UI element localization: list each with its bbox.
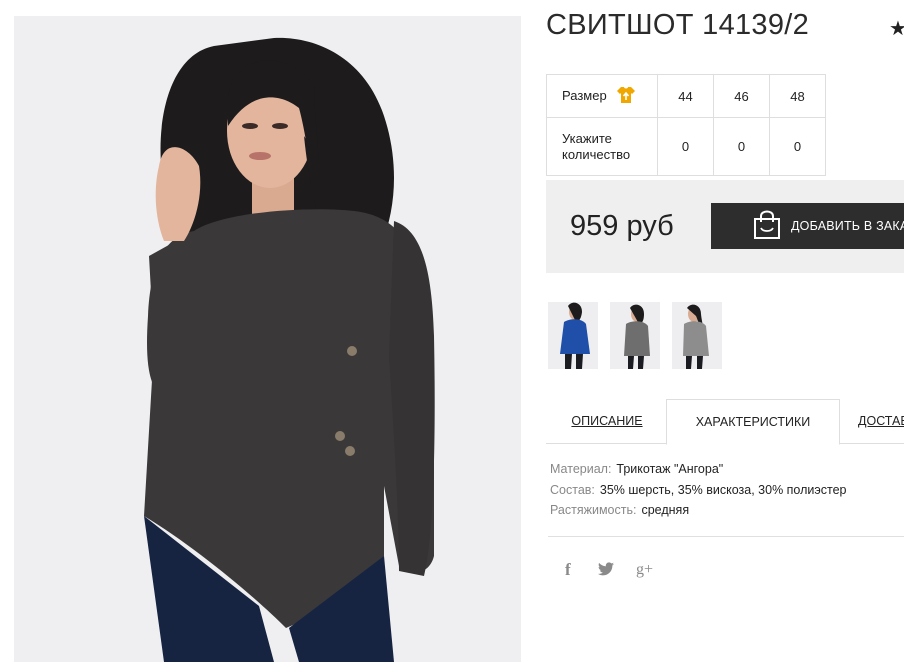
add-to-cart-label: ДОБАВИТЬ В ЗАКАЗ bbox=[791, 219, 904, 233]
size-table: Размер 44 46 48 Укажите количество 0 0 0 bbox=[546, 74, 826, 176]
spec-value: Трикотаж "Ангора" bbox=[616, 462, 724, 476]
add-to-cart-button[interactable]: ДОБАВИТЬ В ЗАКАЗ bbox=[711, 203, 904, 249]
spec-key: Материал: bbox=[550, 462, 612, 476]
size-44: 44 bbox=[657, 74, 714, 118]
quantity-input-46[interactable]: 0 bbox=[713, 117, 770, 176]
tab-description[interactable]: ОПИСАНИЕ bbox=[548, 399, 666, 443]
quantity-input-48[interactable]: 0 bbox=[769, 117, 826, 176]
spec-row-stretch: Растяжимость: средняя bbox=[550, 503, 689, 517]
product-price: 959 руб bbox=[570, 210, 674, 242]
size-48: 48 bbox=[769, 74, 826, 118]
tab-characteristics[interactable]: ХАРАКТЕРИСТИКИ bbox=[666, 399, 840, 445]
divider bbox=[548, 536, 904, 537]
spec-row-composition: Состав: 35% шерсть, 35% вискоза, 30% поли… bbox=[550, 483, 847, 497]
tab-characteristics-label: ХАРАКТЕРИСТИКИ bbox=[695, 415, 811, 429]
twitter-icon[interactable] bbox=[598, 562, 614, 580]
googleplus-icon[interactable]: g+ bbox=[636, 562, 653, 578]
spec-key: Состав: bbox=[550, 483, 595, 497]
tab-description-label: ОПИСАНИЕ bbox=[571, 414, 643, 428]
tab-delivery[interactable]: ДОСТАВКА bbox=[858, 399, 904, 443]
quantity-input-44[interactable]: 0 bbox=[657, 117, 714, 176]
product-main-image[interactable] bbox=[14, 16, 521, 662]
quantity-label: Укажите количество bbox=[546, 117, 658, 176]
price-panel: 959 руб ДОБАВИТЬ В ЗАКАЗ bbox=[546, 180, 904, 273]
spec-key: Растяжимость: bbox=[550, 503, 637, 517]
spec-value: средняя bbox=[641, 503, 690, 517]
favorite-star-icon[interactable]: ★ bbox=[889, 16, 904, 41]
facebook-icon[interactable]: f bbox=[565, 561, 571, 578]
product-thumbnail-blue[interactable] bbox=[548, 302, 598, 369]
spec-row-material: Материал: Трикотаж "Ангора" bbox=[550, 462, 723, 476]
product-thumbnail-light-grey[interactable] bbox=[672, 302, 722, 369]
product-thumbnail-grey[interactable] bbox=[610, 302, 660, 369]
shopping-bag-icon bbox=[753, 210, 781, 243]
size-chart-icon[interactable] bbox=[616, 86, 636, 107]
size-label: Размер bbox=[562, 87, 607, 103]
product-title: СВИТШОТ 14139/2 bbox=[546, 9, 810, 41]
size-label-cell: Размер bbox=[546, 74, 658, 118]
size-46: 46 bbox=[713, 74, 770, 118]
spec-value: 35% шерсть, 35% вискоза, 30% полиэстер bbox=[599, 483, 847, 497]
tab-delivery-label: ДОСТАВКА bbox=[858, 414, 904, 428]
